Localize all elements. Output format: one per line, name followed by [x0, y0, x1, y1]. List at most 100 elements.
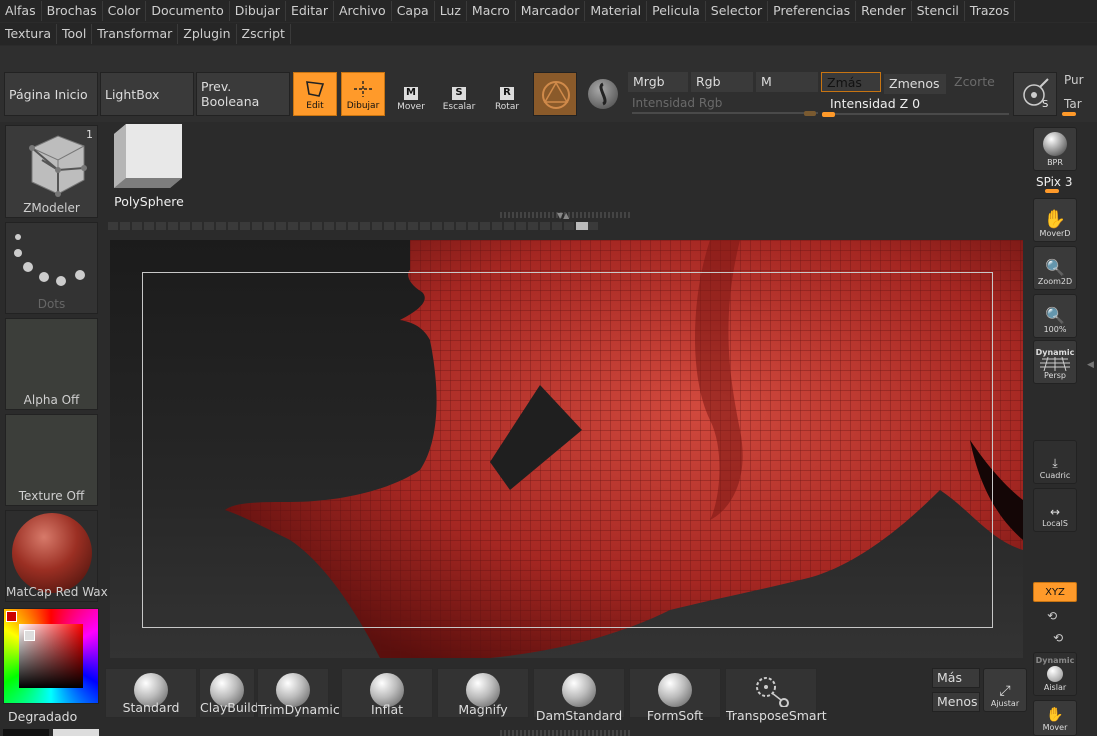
- brush-transposesmart[interactable]: TransposeSmart: [725, 668, 827, 723]
- actual-size-button[interactable]: 🔍 100%: [1033, 294, 1077, 338]
- menu-capa[interactable]: Capa: [392, 1, 435, 21]
- spix-slider[interactable]: SPix 3: [1036, 175, 1072, 189]
- scale-label: Escalar: [442, 102, 476, 112]
- menu-alfas[interactable]: Alfas: [0, 1, 42, 21]
- top-tray-arrows[interactable]: ▼▲: [557, 211, 569, 220]
- mrgb-toggle[interactable]: Mrgb: [628, 72, 688, 92]
- menu-selector[interactable]: Selector: [706, 1, 769, 21]
- menu-stencil[interactable]: Stencil: [912, 1, 965, 21]
- color-picker[interactable]: [3, 608, 99, 704]
- rgb-intensity-slider[interactable]: Intensidad Rgb: [628, 96, 818, 116]
- floor-label: Cuadric: [1039, 471, 1071, 480]
- menu-macro[interactable]: Macro: [467, 1, 516, 21]
- z-intensity-knob[interactable]: [822, 112, 835, 117]
- moverd-button[interactable]: ✋ MoverD: [1033, 198, 1077, 242]
- boolean-preview-button[interactable]: Prev. Booleana: [196, 72, 290, 116]
- rotate-z-icon[interactable]: ⟲: [1053, 631, 1063, 645]
- brush-damstandard[interactable]: DamStandard: [533, 668, 625, 723]
- menu-transformar[interactable]: Transformar: [92, 24, 179, 44]
- spix-knob[interactable]: [1045, 189, 1059, 193]
- red-wax-sphere-icon: [12, 513, 92, 593]
- floor-grid-button[interactable]: ⤓ Cuadric: [1033, 440, 1077, 484]
- menu-render[interactable]: Render: [856, 1, 912, 21]
- bottom-tray-handle[interactable]: [500, 730, 630, 736]
- zoom2d-button[interactable]: 🔍 Zoom2D: [1033, 246, 1077, 290]
- canvas-viewport[interactable]: [110, 240, 1023, 658]
- brush-formsoft[interactable]: FormSoft: [629, 668, 721, 723]
- m-toggle[interactable]: M: [756, 72, 818, 92]
- menu-trazos[interactable]: Trazos: [965, 1, 1016, 21]
- stroke-name: Dots: [37, 297, 66, 311]
- canvas-scroll-thumb[interactable]: [576, 222, 588, 230]
- perspective-grid-icon: [1040, 357, 1070, 371]
- alpha-thumbnail[interactable]: Alpha Off: [5, 318, 98, 410]
- draw-button[interactable]: Dibujar: [341, 72, 385, 116]
- less-button[interactable]: Menos: [932, 692, 980, 712]
- rgb-toggle[interactable]: Rgb: [691, 72, 753, 92]
- menu-documento[interactable]: Documento: [146, 1, 230, 21]
- menu-bar-secondary: Textura Tool Transformar Zplugin Zscript: [0, 23, 1097, 45]
- more-button[interactable]: Más: [932, 668, 980, 688]
- menu-marcador[interactable]: Marcador: [516, 1, 586, 21]
- brush-trimdynamic[interactable]: TrimDynamic: [257, 668, 340, 718]
- stroke-thumbnail[interactable]: Dots: [5, 222, 98, 314]
- menu-preferencias[interactable]: Preferencias: [768, 1, 857, 21]
- secondary-color-swatch[interactable]: [53, 729, 99, 736]
- menu-textura[interactable]: Textura: [0, 24, 58, 44]
- rgb-intensity-knob[interactable]: [804, 111, 816, 116]
- rotate-y-icon[interactable]: ⟲: [1047, 609, 1057, 623]
- menu-brochas[interactable]: Brochas: [42, 1, 103, 21]
- menu-tool[interactable]: Tool: [57, 24, 93, 44]
- local-icon: ↔: [1049, 505, 1061, 519]
- polysphere-thumbnail[interactable]: PolySphere: [108, 122, 190, 214]
- texture-thumbnail[interactable]: Texture Off: [5, 414, 98, 506]
- brush-settings-button[interactable]: S: [1013, 72, 1057, 116]
- xyz-button[interactable]: XYZ: [1033, 582, 1077, 602]
- material-name: MatCap Red Wax: [6, 585, 108, 599]
- zcut-toggle[interactable]: Zcorte: [949, 72, 1009, 92]
- move-icon: M: [404, 87, 418, 100]
- brush-standard[interactable]: Standard: [105, 668, 197, 718]
- menu-color[interactable]: Color: [103, 1, 147, 21]
- menu-material[interactable]: Material: [585, 1, 648, 21]
- brush-inflat[interactable]: Inflat: [341, 668, 433, 718]
- material-thumbnail[interactable]: MatCap Red Wax: [5, 510, 108, 602]
- local-symmetry-button[interactable]: ↔ LocalS: [1033, 488, 1077, 532]
- right-tray-arrow[interactable]: ◀: [1087, 360, 1094, 370]
- menu-editar[interactable]: Editar: [286, 1, 334, 21]
- move-view-button[interactable]: ✋ Mover: [1033, 700, 1077, 736]
- menu-zplugin[interactable]: Zplugin: [178, 24, 237, 44]
- zadd-toggle[interactable]: Zmás: [821, 72, 881, 92]
- menu-dibujar[interactable]: Dibujar: [230, 1, 286, 21]
- solo-button[interactable]: Dynamic Aislar: [1033, 652, 1077, 696]
- zmodeler-cube-icon: [29, 135, 87, 197]
- main-color-swatch[interactable]: [3, 729, 49, 736]
- fit-button[interactable]: ⤢ Ajustar: [983, 668, 1027, 712]
- edit-icon: [306, 81, 325, 97]
- scale-button[interactable]: S Escalar: [437, 72, 481, 116]
- zsub-toggle[interactable]: Zmenos: [884, 74, 946, 94]
- xyz-label: XYZ: [1045, 587, 1065, 598]
- menu-zscript[interactable]: Zscript: [237, 24, 291, 44]
- brush-magnify[interactable]: Magnify: [437, 668, 529, 718]
- menu-luz[interactable]: Luz: [435, 1, 467, 21]
- tar-knob[interactable]: [1062, 112, 1076, 116]
- rotate-button[interactable]: R Rotar: [485, 72, 529, 116]
- canvas-scroll-strip[interactable]: [108, 222, 600, 230]
- z-intensity-slider[interactable]: Intensidad Z 0: [821, 96, 1009, 118]
- edit-button[interactable]: Edit: [293, 72, 337, 116]
- tar-label[interactable]: Tar: [1064, 97, 1082, 111]
- menu-pelicula[interactable]: Pelicula: [647, 1, 706, 21]
- home-page-button[interactable]: Página Inicio: [4, 72, 98, 116]
- move-button[interactable]: M Mover: [389, 72, 433, 116]
- gradient-label[interactable]: Degradado: [8, 709, 77, 724]
- menu-archivo[interactable]: Archivo: [334, 1, 392, 21]
- primary-color-swatch[interactable]: [6, 611, 17, 622]
- perspective-button[interactable]: Dynamic Persp: [1033, 340, 1077, 384]
- tool-thumbnail[interactable]: 1 ZModeler: [5, 125, 98, 218]
- bpr-button[interactable]: BPR: [1033, 127, 1077, 171]
- sphere-symbol-icon[interactable]: [588, 79, 618, 109]
- material-thumbnail-button[interactable]: [533, 72, 577, 116]
- brush-claybuildup[interactable]: ClayBuildup: [199, 668, 275, 718]
- lightbox-button[interactable]: LightBox: [100, 72, 194, 116]
